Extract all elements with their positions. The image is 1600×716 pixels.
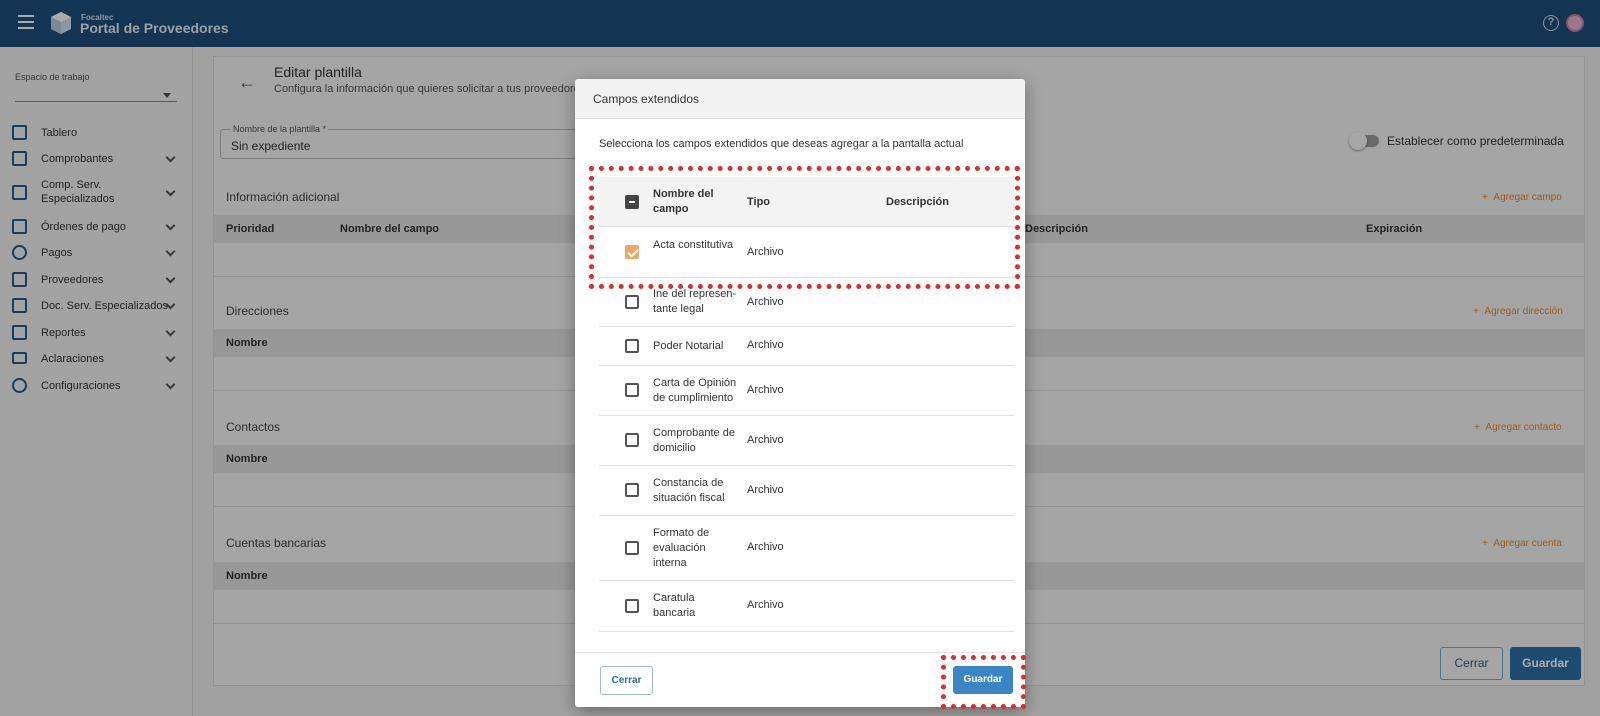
row-type: Archivo [747, 339, 784, 351]
table-row[interactable]: Carta de Opinión de cumplimiento Archivo [599, 366, 1014, 416]
row-checkbox[interactable] [625, 541, 639, 555]
header-description: Descripción [886, 196, 949, 208]
table-row[interactable]: Caratula bancaria Archivo [599, 581, 1014, 632]
row-name: Acta constitutiva [653, 239, 734, 251]
table-row[interactable]: Constancia de situación fiscal Archivo [599, 466, 1014, 516]
dialog-title: Campos extendidos [593, 92, 700, 106]
header-type: Tipo [747, 196, 771, 208]
dialog-save-button[interactable]: Guardar [953, 666, 1013, 694]
row-checkbox[interactable] [625, 339, 639, 353]
table-row[interactable]: Poder Notarial Archivo [599, 327, 1014, 366]
row-name: Constancia de situación fiscal [653, 477, 725, 504]
row-checkbox[interactable] [625, 245, 639, 259]
table-row[interactable]: Formato de evaluación interna Archivo [599, 516, 1014, 581]
dialog-cancel-button[interactable]: Cerrar [600, 666, 653, 695]
row-name: Carta de Opinión de cumplimiento [653, 377, 737, 404]
row-name: Formato de evaluación interna [653, 527, 710, 569]
row-checkbox[interactable] [625, 599, 639, 613]
table-row[interactable]: Comprobante de domicilio Archivo [599, 416, 1014, 466]
header-name: Nombre del campo [653, 188, 714, 215]
table-header-row: Nombre del campo Tipo Descripción [599, 177, 1014, 227]
dialog-header: Campos extendidos [575, 79, 1025, 119]
row-checkbox[interactable] [625, 295, 639, 309]
table-row[interactable]: Acta constitutiva Archivo [599, 227, 1014, 278]
row-type: Archivo [747, 296, 784, 308]
row-name: Caratula bancaria [653, 592, 696, 619]
row-name: Comprobante de domicilio [653, 427, 735, 454]
row-name: Ine del represen-tante legal [653, 288, 737, 315]
row-type: Archivo [747, 434, 784, 446]
row-checkbox[interactable] [625, 383, 639, 397]
table-row[interactable]: Ine del represen-tante legal Archivo [599, 278, 1014, 327]
row-name: Poder Notarial [653, 340, 724, 352]
row-type: Archivo [747, 246, 784, 258]
row-checkbox[interactable] [625, 483, 639, 497]
row-type: Archivo [747, 484, 784, 496]
row-type: Archivo [747, 599, 784, 611]
dialog-description: Selecciona los campos extendidos que des… [599, 138, 964, 150]
dialog-footer: Cerrar Guardar [575, 652, 1025, 707]
row-checkbox[interactable] [625, 433, 639, 447]
row-type: Archivo [747, 384, 784, 396]
extended-fields-dialog: Campos extendidos Selecciona los campos … [575, 79, 1025, 707]
row-type: Archivo [747, 541, 784, 553]
select-all-checkbox[interactable] [625, 195, 639, 209]
